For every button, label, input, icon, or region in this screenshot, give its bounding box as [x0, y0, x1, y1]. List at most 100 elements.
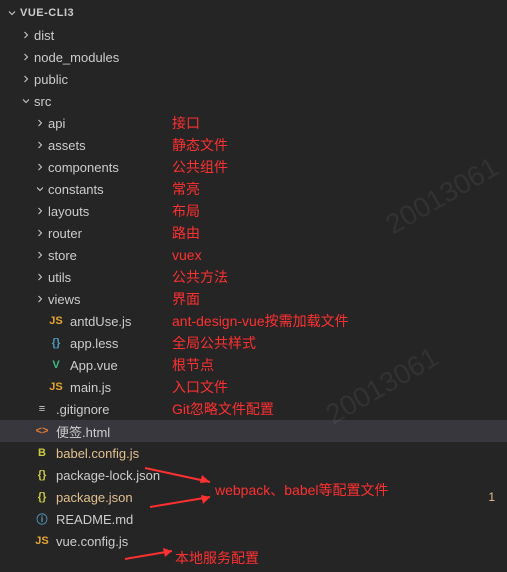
- js-icon: JS: [34, 533, 50, 549]
- file-tree: VUE-CLI3 dist node_modulespublic src api 接口as…: [0, 0, 507, 552]
- tree-row[interactable]: views 界面: [0, 288, 507, 310]
- annotation-label: ant-design-vue按需加载文件: [172, 311, 349, 331]
- js-icon: JS: [48, 379, 64, 395]
- tree-item-label: README.md: [56, 512, 133, 527]
- tree-row[interactable]: node_modules: [0, 46, 507, 68]
- json-icon: {}: [34, 489, 50, 505]
- vue-icon: V: [48, 357, 64, 373]
- chevron-right-icon[interactable]: [32, 247, 48, 263]
- tree-item-label: 便签.html: [56, 422, 110, 441]
- annotation-label: 接口: [172, 113, 200, 133]
- tree-row[interactable]: JS vue.config.js: [0, 530, 507, 552]
- tree-row[interactable]: store vuex: [0, 244, 507, 266]
- chevron-placeholder: [18, 467, 34, 483]
- tree-row[interactable]: VUE-CLI3: [0, 2, 507, 24]
- tree-row[interactable]: {} package.json 1: [0, 486, 507, 508]
- tree-item-label: dist: [34, 28, 54, 43]
- tree-row[interactable]: ⓘ README.md: [0, 508, 507, 530]
- tree-item-label: App.vue: [70, 358, 118, 373]
- tree-item-label: store: [48, 248, 77, 263]
- tree-row[interactable]: JS antdUse.js ant-design-vue按需加载文件: [0, 310, 507, 332]
- chevron-right-icon[interactable]: [32, 115, 48, 131]
- chevron-right-icon[interactable]: [18, 71, 34, 87]
- tree-row[interactable]: public: [0, 68, 507, 90]
- chevron-right-icon[interactable]: [18, 49, 34, 65]
- chevron-placeholder: [18, 511, 34, 527]
- tree-item-label: VUE-CLI3: [20, 7, 74, 19]
- tree-row[interactable]: src: [0, 90, 507, 112]
- chevron-right-icon[interactable]: [32, 159, 48, 175]
- git-badge: 1: [488, 490, 495, 504]
- chevron-placeholder: [18, 401, 34, 417]
- chevron-down-icon[interactable]: [32, 181, 48, 197]
- chevron-right-icon[interactable]: [32, 203, 48, 219]
- tree-item-label: utils: [48, 270, 71, 285]
- chevron-right-icon[interactable]: [32, 291, 48, 307]
- chevron-placeholder: [18, 423, 34, 439]
- tree-item-label: views: [48, 292, 81, 307]
- tree-item-label: antdUse.js: [70, 314, 131, 329]
- tree-item-label: app.less: [70, 336, 118, 351]
- annotation-label: 静态文件: [172, 135, 228, 155]
- tree-item-label: package-lock.json: [56, 468, 160, 483]
- annotation-label: 常亮: [172, 179, 200, 199]
- tree-row[interactable]: V App.vue 根节点: [0, 354, 507, 376]
- chevron-right-icon[interactable]: [32, 225, 48, 241]
- info-icon: ⓘ: [34, 511, 50, 527]
- chevron-right-icon[interactable]: [18, 27, 34, 43]
- tree-item-label: .gitignore: [56, 402, 109, 417]
- tree-item-label: babel.config.js: [56, 446, 139, 461]
- annotation-label: 入口文件: [172, 377, 228, 397]
- annotation-label: 布局: [172, 201, 200, 221]
- tree-row[interactable]: api 接口: [0, 112, 507, 134]
- tree-item-label: constants: [48, 182, 104, 197]
- annotation-label: 路由: [172, 223, 200, 243]
- tree-row[interactable]: {} package-lock.json: [0, 464, 507, 486]
- tree-row[interactable]: constants 常亮: [0, 178, 507, 200]
- chevron-down-icon[interactable]: [18, 93, 34, 109]
- annotation-label: Git忽略文件配置: [172, 399, 274, 419]
- json-icon: {}: [34, 467, 50, 483]
- chevron-placeholder: [18, 489, 34, 505]
- tree-row[interactable]: assets静态文件: [0, 134, 507, 156]
- tree-row[interactable]: dist: [0, 24, 507, 46]
- tree-row[interactable]: JSmain.js入口文件: [0, 376, 507, 398]
- tree-row[interactable]: router 路由: [0, 222, 507, 244]
- annotation-label: 公共组件: [172, 157, 228, 177]
- html-icon: <>: [34, 423, 50, 439]
- git-icon: ≡: [34, 401, 50, 417]
- tree-item-label: src: [34, 94, 51, 109]
- annotation-label: 界面: [172, 289, 200, 309]
- chevron-placeholder: [18, 445, 34, 461]
- tree-item-label: node_modules: [34, 50, 119, 65]
- tree-row[interactable]: components 公共组件: [0, 156, 507, 178]
- chevron-placeholder: [18, 533, 34, 549]
- tree-item-label: package.json: [56, 490, 133, 505]
- tree-row[interactable]: layouts 布局: [0, 200, 507, 222]
- chevron-placeholder: [32, 379, 48, 395]
- tree-item-label: api: [48, 116, 65, 131]
- tree-item-label: vue.config.js: [56, 534, 128, 549]
- js-icon: JS: [48, 313, 64, 329]
- chevron-right-icon[interactable]: [32, 269, 48, 285]
- annotation-label: 公共方法: [172, 267, 228, 287]
- babel-icon: B: [34, 445, 50, 461]
- tree-row[interactable]: <> 便签.html: [0, 420, 507, 442]
- tree-item-label: components: [48, 160, 119, 175]
- chevron-placeholder: [32, 335, 48, 351]
- chevron-right-icon[interactable]: [32, 137, 48, 153]
- tree-item-label: public: [34, 72, 68, 87]
- tree-item-label: layouts: [48, 204, 89, 219]
- tree-item-label: router: [48, 226, 82, 241]
- tree-row[interactable]: Bbabel.config.js: [0, 442, 507, 464]
- tree-row[interactable]: {} app.less 全局公共样式: [0, 332, 507, 354]
- annotation-label: vuex: [172, 247, 202, 263]
- chevron-placeholder: [32, 357, 48, 373]
- less-icon: {}: [48, 335, 64, 351]
- chevron-placeholder: [32, 313, 48, 329]
- tree-row[interactable]: ≡ .gitignore Git忽略文件配置: [0, 398, 507, 420]
- annotation-label: 根节点: [172, 355, 214, 375]
- chevron-down-icon[interactable]: [4, 5, 20, 21]
- tree-row[interactable]: utils 公共方法: [0, 266, 507, 288]
- annotation-label: 全局公共样式: [172, 333, 256, 353]
